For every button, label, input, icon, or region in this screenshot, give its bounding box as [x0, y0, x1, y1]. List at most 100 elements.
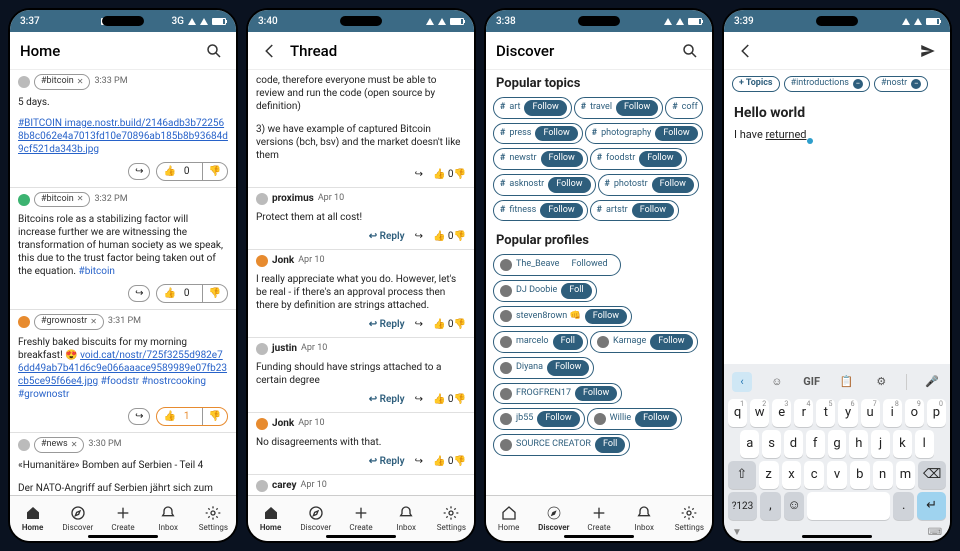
profile-pill[interactable]: steven8rown 👊Follow: [493, 306, 632, 328]
key-o[interactable]: o9: [905, 399, 924, 427]
key-z[interactable]: z: [759, 461, 779, 489]
nav-discover[interactable]: Discover: [55, 496, 100, 541]
topic-pill[interactable]: #artFollow: [493, 97, 572, 119]
key-b[interactable]: b: [850, 461, 870, 489]
key-w[interactable]: w2: [750, 399, 769, 427]
remove-icon[interactable]: −: [853, 79, 863, 89]
vote-widget[interactable]: 👍 0👎: [433, 393, 466, 406]
key-v[interactable]: v: [827, 461, 847, 489]
compose-body-input[interactable]: I have returned: [724, 124, 950, 146]
topic-chip[interactable]: #bitcoin✕: [34, 192, 90, 208]
profile-pill[interactable]: WillieFollow: [587, 408, 683, 430]
key-s[interactable]: s: [762, 430, 781, 458]
kbd-settings-icon[interactable]: ⚙: [871, 372, 891, 392]
key-y[interactable]: y6: [838, 399, 857, 427]
vote-widget[interactable]: 👍 0👎: [433, 230, 466, 243]
gif-icon[interactable]: GIF: [802, 372, 822, 392]
topic-pill[interactable]: #photographyFollow: [585, 123, 703, 145]
share-icon[interactable]: ↪: [415, 318, 423, 331]
nav-home[interactable]: Home: [486, 496, 531, 541]
nav-settings[interactable]: Settings: [667, 496, 712, 541]
compose-title-input[interactable]: Hello world: [724, 98, 950, 124]
feed[interactable]: #bitcoin✕ 3:33 PM 5 days. #BITCOIN image…: [10, 70, 236, 495]
reply-button[interactable]: ↩ Reply: [369, 393, 405, 406]
key-k[interactable]: k: [893, 430, 912, 458]
share-icon[interactable]: ↪: [128, 408, 150, 425]
follow-button[interactable]: Follow: [655, 126, 697, 142]
key-u[interactable]: u7: [861, 399, 880, 427]
share-icon[interactable]: ↪: [128, 285, 150, 302]
remove-icon[interactable]: −: [911, 79, 921, 89]
topic-chip[interactable]: #introductions−: [784, 76, 870, 92]
topic-pill[interactable]: #asknostrFollow: [493, 174, 596, 196]
reply-user[interactable]: Jonk: [272, 254, 294, 267]
share-icon[interactable]: ↪: [415, 168, 423, 181]
profile-pill[interactable]: The_BeaveFollowed: [493, 254, 621, 276]
topic-pill[interactable]: #travelFollow: [574, 97, 664, 119]
profile-pill[interactable]: KarnageFollow: [590, 331, 698, 353]
reply-button[interactable]: ↩ Reply: [369, 318, 405, 331]
reply-user[interactable]: Jonk: [272, 417, 294, 430]
mic-icon[interactable]: 🎤: [922, 372, 942, 392]
vote-widget[interactable]: 👍 0👎: [433, 455, 466, 468]
kbd-collapse-icon[interactable]: ‹: [732, 372, 752, 392]
key-i[interactable]: i8: [883, 399, 902, 427]
profile-pill[interactable]: marceloFoll: [493, 331, 588, 353]
nav-inbox[interactable]: Inbox: [146, 496, 191, 541]
key-p[interactable]: p0: [927, 399, 946, 427]
follow-button[interactable]: Follow: [632, 203, 674, 219]
topic-pill[interactable]: #newstrFollow: [493, 148, 588, 170]
sticker-icon[interactable]: ☺: [767, 372, 787, 392]
add-topic-button[interactable]: + Topics: [732, 76, 780, 92]
follow-button[interactable]: Follow: [548, 177, 590, 193]
reply-user[interactable]: justin: [272, 342, 297, 355]
send-icon[interactable]: [916, 39, 940, 63]
key-d[interactable]: d: [784, 430, 803, 458]
topic-chip[interactable]: #grownostr✕: [34, 314, 104, 330]
key-n[interactable]: n: [873, 461, 893, 489]
vote-widget[interactable]: 👍 0👎: [156, 162, 228, 181]
reply-button[interactable]: ↩ Reply: [369, 455, 405, 468]
follow-button[interactable]: Follow: [535, 126, 577, 142]
key-r[interactable]: r4: [794, 399, 813, 427]
topic-pill[interactable]: #artstrFollow: [590, 200, 679, 222]
comma-key[interactable]: ,: [760, 492, 781, 520]
profile-pill[interactable]: SOURCE CREATORFoll: [493, 434, 630, 456]
back-icon[interactable]: [734, 39, 758, 63]
search-icon[interactable]: [678, 39, 702, 63]
key-j[interactable]: j: [871, 430, 890, 458]
emoji-key[interactable]: ☺: [784, 492, 805, 520]
key-x[interactable]: x: [782, 461, 802, 489]
key-f[interactable]: f: [806, 430, 825, 458]
topic-chip[interactable]: #nostr−: [874, 76, 928, 92]
vote-widget[interactable]: 👍 0👎: [433, 318, 466, 331]
follow-button[interactable]: Follow: [537, 411, 579, 427]
profile-pill[interactable]: DiyanaFollow: [493, 357, 594, 379]
follow-button[interactable]: Follow: [524, 100, 566, 116]
follow-button[interactable]: Follow: [650, 334, 692, 350]
nav-create[interactable]: Create: [338, 496, 383, 541]
reply-user[interactable]: carey: [272, 479, 297, 492]
share-icon[interactable]: ↪: [415, 455, 423, 468]
key-q[interactable]: q1: [728, 399, 747, 427]
enter-key[interactable]: ↵: [917, 492, 946, 520]
follow-button[interactable]: Follow: [616, 100, 658, 116]
key-h[interactable]: h: [849, 430, 868, 458]
key-e[interactable]: e3: [772, 399, 791, 427]
vote-widget[interactable]: 👍 0👎: [156, 284, 228, 303]
share-icon[interactable]: ↪: [415, 230, 423, 243]
nav-discover[interactable]: Discover: [293, 496, 338, 541]
space-key[interactable]: [807, 492, 890, 520]
follow-button[interactable]: Follow: [540, 203, 582, 219]
nav-home[interactable]: Home: [248, 496, 293, 541]
shift-key[interactable]: ⇧: [728, 461, 756, 489]
topic-pill[interactable]: #fitnessFollow: [493, 200, 588, 222]
share-icon[interactable]: ↪: [415, 393, 423, 406]
nav-inbox[interactable]: Inbox: [622, 496, 667, 541]
profile-pill[interactable]: FROGFREN17Follow: [493, 383, 622, 405]
nav-inbox[interactable]: Inbox: [384, 496, 429, 541]
reply-button[interactable]: ↩ Reply: [369, 230, 405, 243]
key-t[interactable]: t5: [816, 399, 835, 427]
symbols-key[interactable]: ?123: [728, 492, 757, 520]
nav-settings[interactable]: Settings: [191, 496, 236, 541]
